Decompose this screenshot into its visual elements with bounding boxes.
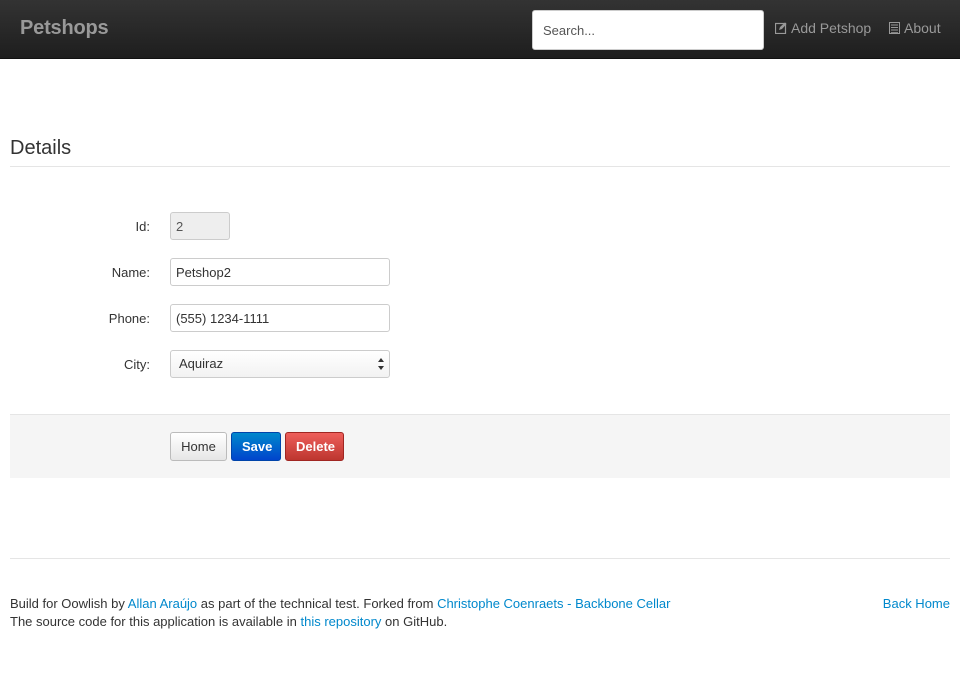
- footer-source: The source code for this application is …: [10, 614, 447, 629]
- edit-icon: [775, 22, 787, 34]
- add-petshop-label: Add Petshop: [791, 20, 872, 36]
- form-actions: Home Save Delete: [10, 414, 950, 478]
- about-link[interactable]: About: [889, 20, 941, 36]
- select-arrows-icon: [378, 358, 384, 370]
- form-row-name: Name:: [0, 258, 960, 288]
- city-selected-value: Aquiraz: [179, 356, 224, 371]
- author-link[interactable]: Allan Araújo: [128, 596, 197, 611]
- name-label: Name:: [111, 265, 150, 280]
- form-row-phone: Phone:: [0, 304, 960, 334]
- about-label: About: [904, 20, 941, 36]
- add-petshop-link[interactable]: Add Petshop: [775, 20, 871, 36]
- page-title: Details: [10, 137, 72, 159]
- page-header: Details: [10, 137, 950, 167]
- name-field[interactable]: [170, 258, 390, 286]
- footer-text: The source code for this application is …: [10, 614, 301, 629]
- back-home-link[interactable]: Back Home: [883, 596, 950, 611]
- id-field: [170, 212, 230, 240]
- id-label: Id:: [135, 219, 150, 234]
- search-input[interactable]: [532, 10, 764, 50]
- footer-divider: [10, 558, 950, 559]
- brand-logo[interactable]: Petshops: [20, 17, 109, 40]
- delete-button[interactable]: Delete: [285, 432, 344, 461]
- footer-text: as part of the technical test. Forked fr…: [197, 596, 438, 611]
- footer-credits: Build for Oowlish by Allan Araújo as par…: [10, 596, 670, 611]
- home-button[interactable]: Home: [170, 432, 227, 461]
- city-label: City:: [124, 357, 150, 372]
- list-icon: [889, 22, 900, 34]
- phone-field[interactable]: [170, 304, 390, 332]
- footer-text: on GitHub.: [381, 614, 448, 629]
- navbar: Petshops Add Petshop About: [0, 0, 960, 59]
- fork-link[interactable]: Christophe Coenraets - Backbone Cellar: [437, 596, 670, 611]
- form-row-city: City: Aquiraz: [0, 350, 960, 380]
- city-select[interactable]: Aquiraz: [170, 350, 390, 378]
- save-button[interactable]: Save: [231, 432, 281, 461]
- form-row-id: Id:: [0, 212, 960, 242]
- phone-label: Phone:: [108, 311, 150, 326]
- footer-text: Build for Oowlish by: [10, 596, 128, 611]
- repository-link[interactable]: this repository: [301, 614, 382, 629]
